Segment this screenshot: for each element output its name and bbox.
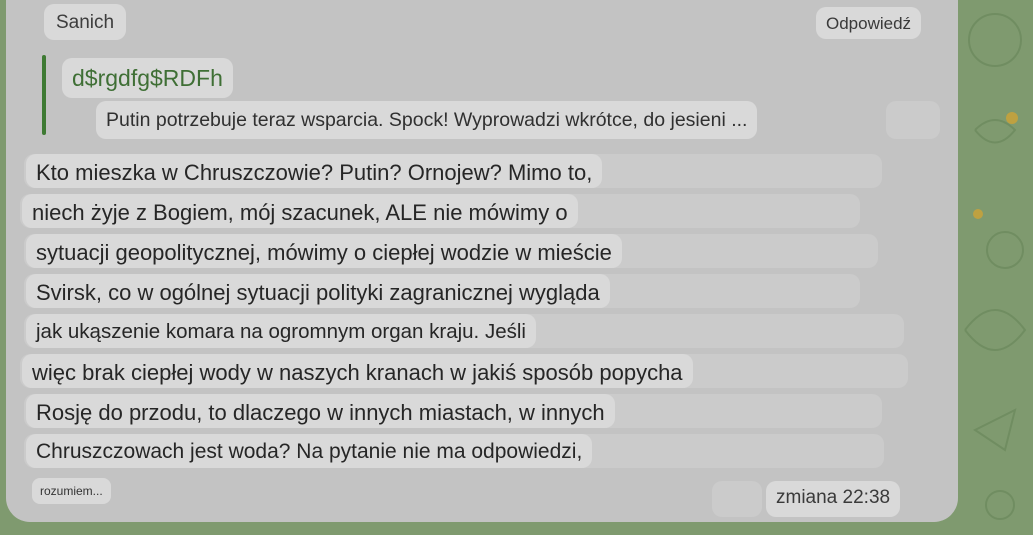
quote-accent-bar [42, 55, 46, 135]
message-line: niech żyje z Bogiem, mój szacunek, ALE n… [22, 194, 578, 228]
message-line: Svirsk, co w ogólnej sytuacji polityki z… [26, 274, 610, 308]
reply-button[interactable]: Odpowiedź [816, 7, 922, 39]
read-more-chip[interactable]: rozumiem... [32, 478, 111, 504]
message-line: Chruszczowach jest woda? Na pytanie nie … [26, 434, 593, 468]
message-bubble[interactable]: Sanich Odpowiedź d$rgdfg$RDFh Putin potr… [6, 0, 958, 522]
sender-name[interactable]: Sanich [44, 4, 127, 40]
quoted-text[interactable]: Putin potrzebuje teraz wsparcia. Spock! … [96, 101, 758, 139]
edited-timestamp: zmiana 22:38 [766, 481, 901, 517]
quote-ghost-strip [886, 101, 940, 139]
meta-ghost-strip [712, 481, 762, 517]
message-line: jak ukąszenie komara na ogromnym organ k… [26, 314, 536, 348]
quoted-author[interactable]: d$rgdfg$RDFh [62, 58, 233, 98]
message-line: Rosję do przodu, to dlaczego w innych mi… [26, 394, 615, 428]
message-line: Kto mieszka w Chruszczowie? Putin? Ornoj… [26, 154, 603, 188]
message-line: więc brak ciepłej wody w naszych kranach… [22, 354, 693, 388]
message-line: sytuacji geopolitycznej, mówimy o ciepłe… [26, 234, 622, 268]
